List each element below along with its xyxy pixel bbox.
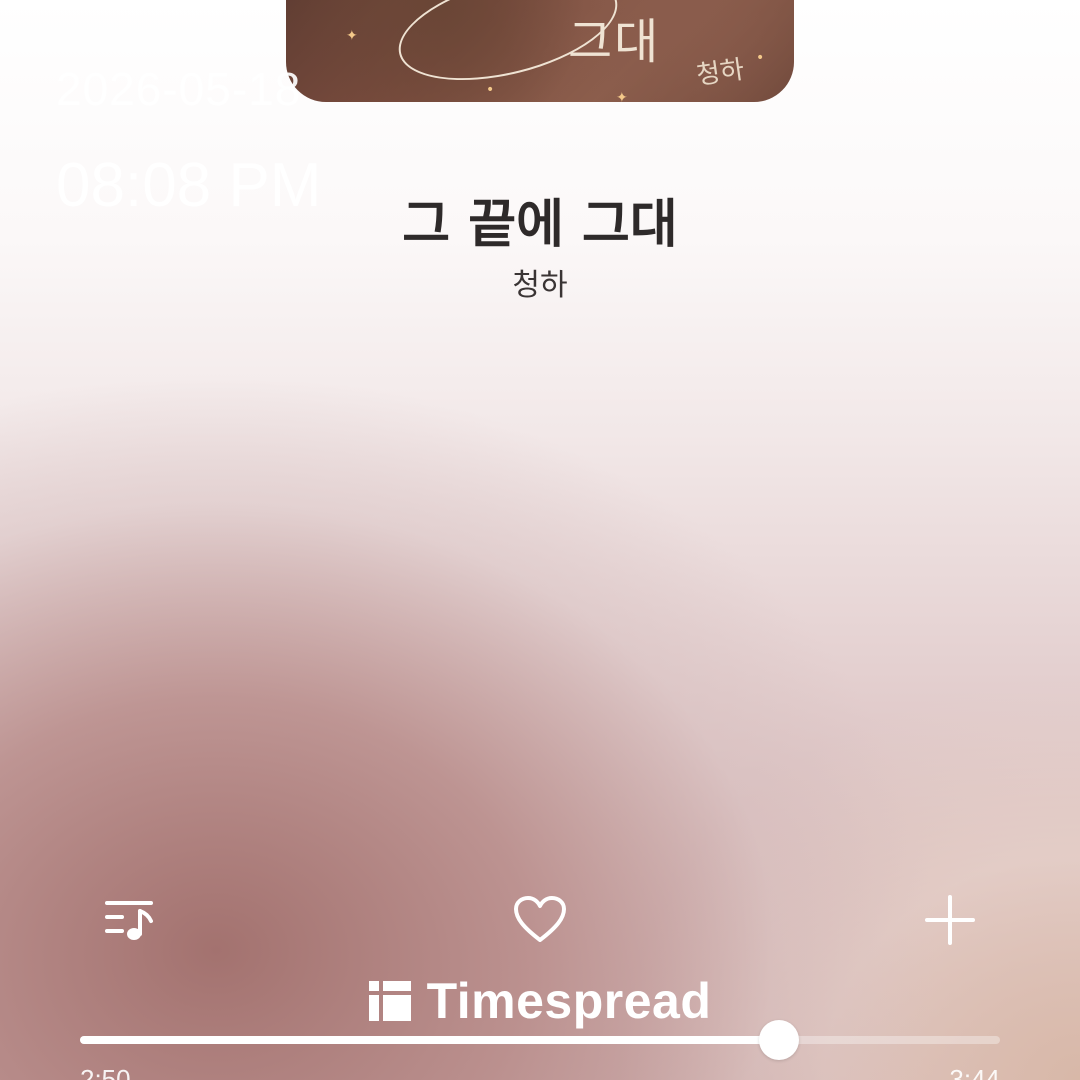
album-art[interactable]: ✦ • • ✦ 그대 청하 (286, 0, 794, 102)
progress-bar[interactable] (80, 1020, 1000, 1060)
plus-icon (925, 895, 975, 945)
watermark-text: Timespread (426, 973, 712, 1029)
album-artist-signature: 청하 (694, 54, 747, 92)
timespread-logo-icon (368, 981, 411, 1021)
progress-fill (80, 1036, 780, 1044)
song-title: 그 끝에 그대 (402, 195, 678, 255)
overlay-date: 2026-05-18 (56, 63, 302, 115)
playlist-button[interactable] (98, 888, 162, 952)
heart-icon (514, 896, 566, 942)
add-button[interactable] (918, 888, 982, 952)
like-button[interactable] (508, 888, 572, 952)
sparkle-decoration: • (486, 82, 495, 98)
elapsed-time: 2:50 (80, 1064, 131, 1080)
watermark: Timespread (0, 972, 1080, 1030)
sparkle-decoration: ✦ (346, 28, 358, 44)
album-script-text: 그대 (568, 14, 661, 70)
sparkle-decoration: • (756, 50, 765, 66)
total-time: 3:44 (949, 1064, 1000, 1080)
playlist-music-icon (105, 901, 153, 940)
progress-knob[interactable] (759, 1020, 800, 1060)
sparkle-decoration: ✦ (616, 90, 628, 102)
artist-name[interactable]: 청하 (0, 260, 1080, 304)
